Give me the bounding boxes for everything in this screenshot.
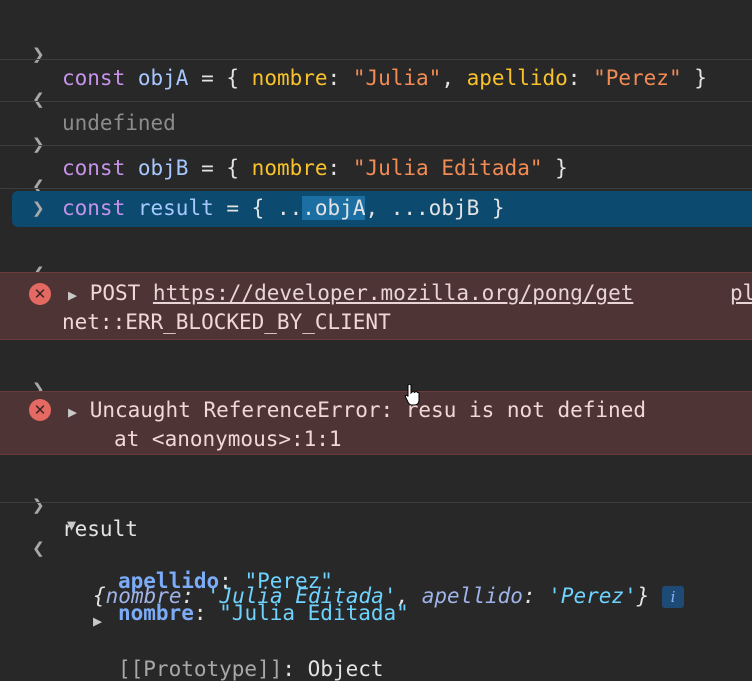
- console-input-row[interactable]: ❯ const objA = { nombre: "Julia", apelli…: [0, 18, 752, 90]
- console-input-row-selected[interactable]: ❯ const result = { ...objA, ...objB }: [12, 191, 752, 227]
- error-request-line[interactable]: ▶ POST https://developer.mozilla.org/pon…: [68, 281, 633, 305]
- error-stack-trace: at <anonymous>:1:1: [114, 427, 342, 451]
- error-source-link[interactable]: pl: [730, 281, 752, 305]
- reference-error-message: ✕ ▶ Uncaught ReferenceError: resu is not…: [0, 391, 752, 455]
- error-icon: ✕: [29, 283, 51, 305]
- input-prompt-icon: ❯: [32, 196, 45, 220]
- expand-triangle-icon[interactable]: ▶: [68, 286, 77, 304]
- mouse-cursor-icon: [404, 383, 420, 406]
- network-error-message: ✕ ▶ POST https://developer.mozilla.org/p…: [0, 272, 752, 340]
- text-selection: .objA: [302, 196, 366, 220]
- error-icon: ✕: [29, 399, 51, 421]
- expand-triangle-icon[interactable]: ▶: [93, 612, 102, 630]
- error-url-link[interactable]: https://developer.mozilla.org/pong/get: [153, 281, 633, 305]
- collapse-triangle-icon[interactable]: ▼: [67, 516, 76, 534]
- object-prototype[interactable]: ▶ [[Prototype]]: Object: [0, 609, 752, 681]
- error-message[interactable]: ▶ Uncaught ReferenceError: resu is not d…: [68, 398, 646, 422]
- error-detail: net::ERR_BLOCKED_BY_CLIENT: [62, 310, 391, 334]
- expand-triangle-icon[interactable]: ▶: [68, 403, 77, 421]
- console-input-code[interactable]: const result = { ...objA, ...objB }: [62, 196, 505, 220]
